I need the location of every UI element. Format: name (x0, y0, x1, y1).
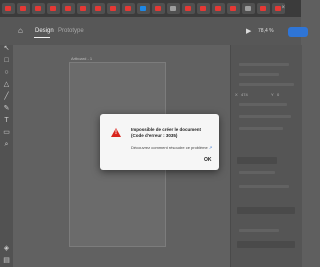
y-value[interactable]: 0 (277, 92, 279, 97)
browser-tab[interactable] (77, 3, 90, 14)
line-tool-icon[interactable]: ╱ (3, 93, 10, 100)
favicon-icon (80, 6, 86, 11)
panel-field[interactable] (237, 207, 295, 214)
home-icon[interactable]: ⌂ (18, 26, 23, 35)
panel-placeholder (239, 127, 283, 130)
browser-tab[interactable] (107, 3, 120, 14)
favicon-icon (125, 6, 131, 11)
dialog-error-code: (Code d'erreur : 3035) (131, 133, 178, 138)
property-panel: X 474 Y 0 (230, 45, 302, 267)
tool-rail: ↖ □ ○ △ ╱ ✎ T ▭ ⌕ ◈ ▤ (0, 45, 14, 267)
active-tab-indicator (34, 37, 50, 38)
favicon-icon (230, 6, 236, 11)
panel-field[interactable] (237, 241, 295, 248)
share-button[interactable] (288, 27, 308, 37)
panel-placeholder (239, 63, 289, 66)
dialog-title: Impossible de créer le document (131, 127, 202, 132)
text-tool-icon[interactable]: T (3, 117, 10, 124)
dialog-message-text: Découvrez comment résoudre ce problème (131, 145, 208, 150)
favicon-icon (140, 6, 146, 11)
panel-placeholder (239, 83, 294, 86)
select-tool-icon[interactable]: ↖ (3, 45, 10, 52)
error-dialog (100, 114, 219, 170)
browser-tab[interactable] (32, 3, 45, 14)
artboard-tool-icon[interactable]: ▭ (3, 129, 10, 136)
panel-placeholder (239, 115, 291, 118)
zoom-tool-icon[interactable]: ⌕ (3, 141, 10, 148)
browser-tab[interactable] (122, 3, 135, 14)
tab-design[interactable]: Design (35, 28, 54, 34)
favicon-icon (215, 6, 221, 11)
panel-placeholder (239, 185, 289, 188)
app-toolbar: ⌂ Design Prototype ▶ 78,4 % (0, 17, 308, 46)
favicon-icon (155, 6, 161, 11)
favicon-icon (50, 6, 56, 11)
browser-tab[interactable] (227, 3, 240, 14)
favicon-icon (275, 6, 281, 11)
browser-tab[interactable] (167, 3, 180, 14)
tab-prototype[interactable]: Prototype (58, 28, 84, 34)
browser-tab[interactable] (62, 3, 75, 14)
favicon-icon (185, 6, 191, 11)
warning-exclamation: ! (115, 130, 117, 136)
favicon-icon (20, 6, 26, 11)
favicon-icon (200, 6, 206, 11)
favicon-icon (260, 6, 266, 11)
panel-field[interactable] (237, 157, 277, 164)
browser-tab[interactable] (137, 3, 150, 14)
dialog-message: Découvrez comment résoudre ce problème ↗ (131, 145, 212, 150)
browser-tab[interactable] (212, 3, 225, 14)
panel-placeholder (239, 103, 287, 106)
browser-tab[interactable] (92, 3, 105, 14)
browser-tab[interactable] (17, 3, 30, 14)
browser-tab[interactable] (182, 3, 195, 14)
panel-placeholder (239, 171, 275, 174)
browser-tab[interactable] (197, 3, 210, 14)
polygon-tool-icon[interactable]: △ (3, 81, 10, 88)
zoom-level[interactable]: 78,4 % (258, 28, 274, 34)
favicon-icon (110, 6, 116, 11)
artboard-label[interactable]: Artboard - 1 (71, 56, 92, 61)
close-tab-icon[interactable]: × (281, 4, 285, 12)
browser-tab[interactable]: × (272, 3, 285, 14)
panel-placeholder (239, 73, 279, 76)
rectangle-tool-icon[interactable]: □ (3, 57, 10, 64)
play-icon[interactable]: ▶ (246, 27, 251, 35)
favicon-icon (65, 6, 71, 11)
browser-tab-strip: × (0, 0, 301, 17)
browser-tab[interactable] (2, 3, 15, 14)
browser-tab[interactable] (257, 3, 270, 14)
browser-tab[interactable] (152, 3, 165, 14)
ellipse-tool-icon[interactable]: ○ (3, 69, 10, 76)
panel-placeholder (239, 229, 279, 232)
browser-tab[interactable] (47, 3, 60, 14)
help-link-icon[interactable]: ↗ (209, 145, 212, 150)
layers-icon[interactable]: ◈ (3, 245, 10, 252)
favicon-icon (35, 6, 41, 11)
favicon-icon (245, 6, 251, 11)
y-label: Y (271, 92, 274, 97)
x-label: X (235, 92, 238, 97)
assets-icon[interactable]: ▤ (3, 257, 10, 264)
favicon-icon (170, 6, 176, 11)
favicon-icon (5, 6, 11, 11)
x-value[interactable]: 474 (241, 92, 248, 97)
browser-tab[interactable] (242, 3, 255, 14)
tab-list: × (2, 3, 285, 14)
favicon-icon (95, 6, 101, 11)
ok-button[interactable]: OK (204, 157, 212, 163)
pen-tool-icon[interactable]: ✎ (3, 105, 10, 112)
